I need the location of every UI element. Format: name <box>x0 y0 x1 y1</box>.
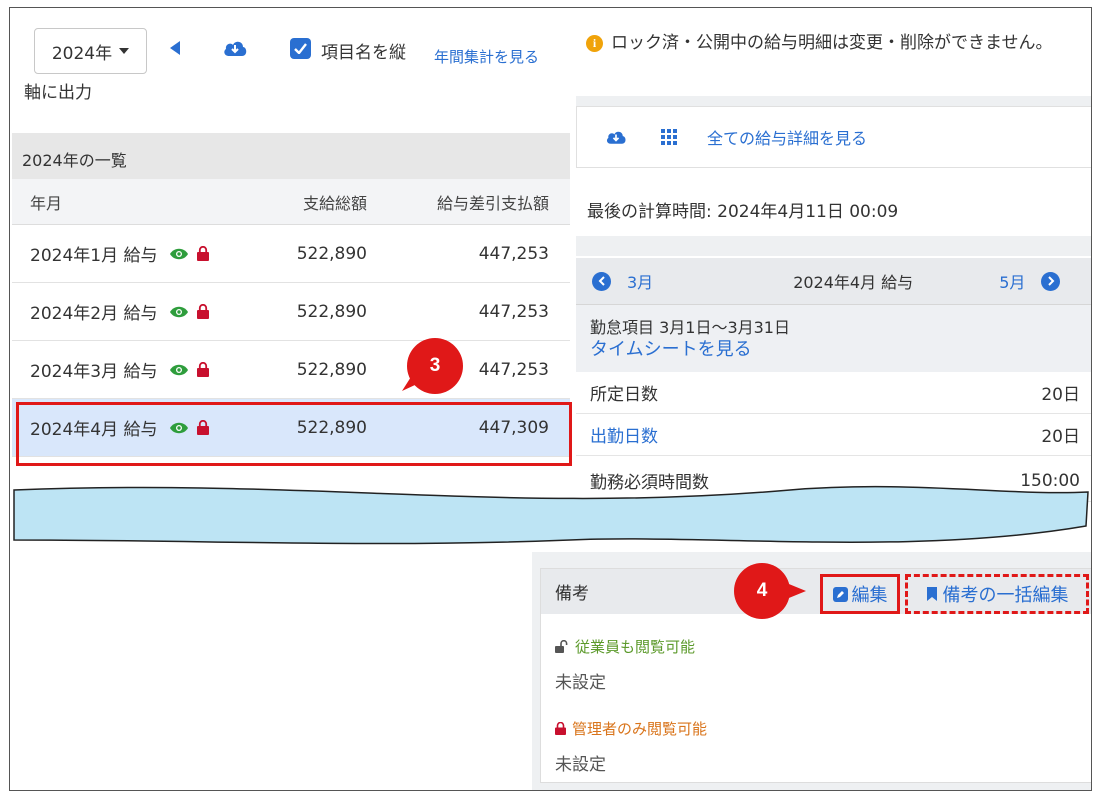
unlock-icon <box>555 640 568 653</box>
section-separator <box>576 236 1091 256</box>
edit-notes-button[interactable]: 編集 <box>820 574 900 614</box>
annual-summary-link[interactable]: 年間集計を見る <box>434 46 539 67</box>
attendance-days-link[interactable]: 出勤日数 <box>590 422 658 447</box>
row-month-label[interactable]: 2024年3月 給与 <box>30 357 157 382</box>
chevron-left-icon[interactable] <box>592 271 611 291</box>
edit-notes-label: 編集 <box>851 585 888 606</box>
all-details-link[interactable]: 全ての給与詳細を見る <box>707 125 867 149</box>
attendance-value: 20日 <box>1041 385 1080 405</box>
manager-note-value: 未設定 <box>555 755 606 775</box>
next-month-link[interactable]: 5月 <box>999 269 1025 293</box>
checkbox-label: 項目名を縦 <box>321 43 406 63</box>
previous-year-arrow-icon[interactable] <box>170 41 180 55</box>
eye-icon[interactable] <box>169 247 189 261</box>
lock-icon <box>197 246 210 261</box>
lock-notice: i ロック済・公開中の給与明細は変更・削除ができません。 <box>576 18 1091 96</box>
row-net: 447,253 <box>478 301 549 322</box>
row-gross: 522,890 <box>296 243 367 264</box>
table-row[interactable]: 2024年2月 給与 522,890 447,253 <box>12 283 570 341</box>
attendance-label: 所定日数 <box>590 385 658 405</box>
last-calculated-time: 最後の計算時間: 2024年4月11日 00:09 <box>587 202 899 222</box>
chevron-right-icon[interactable] <box>1041 271 1061 291</box>
header-gross: 支給総額 <box>302 193 367 213</box>
year-select-button[interactable]: 2024年 <box>34 28 147 74</box>
attendance-value: 20日 <box>1041 427 1080 447</box>
caret-down-icon <box>119 48 130 54</box>
row-month-cell: 2024年2月 給与 <box>12 299 282 324</box>
year-select-label: 2024年 <box>51 43 113 64</box>
info-icon: i <box>586 35 603 52</box>
step-badge-3: 3 <box>407 338 463 394</box>
row-month-cell: 2024年1月 給与 <box>12 241 282 266</box>
row-net: 447,253 <box>478 243 549 264</box>
table-row[interactable]: 2024年3月 給与 522,890 447,253 <box>12 341 570 399</box>
eye-icon[interactable] <box>169 363 189 377</box>
vertical-axis-checkbox[interactable] <box>290 38 311 59</box>
prev-month-link[interactable]: 3月 <box>627 269 653 293</box>
row-month-label[interactable]: 2024年1月 給与 <box>30 241 157 266</box>
manager-only-label-row: 管理者のみ閲覧可能 <box>555 718 707 739</box>
lock-icon <box>197 362 210 377</box>
detail-actions-bar: 全ての給与詳細を見る <box>576 106 1091 168</box>
pencil-icon <box>832 586 848 602</box>
bookmark-icon <box>926 587 937 601</box>
row-month-cell: 2024年3月 給与 <box>12 357 282 382</box>
period-navigation: 3月 2024年4月 給与 5月 <box>576 258 1091 304</box>
row-month-label[interactable]: 2024年2月 給与 <box>30 299 157 324</box>
current-period-title: 2024年4月 給与 <box>793 273 914 292</box>
attendance-row: 出勤日数 20日 <box>576 414 1091 456</box>
attendance-header: 勤怠項目 3月1日〜3月31日 タイムシートを見る <box>576 304 1091 372</box>
lock-icon <box>197 304 210 319</box>
table-caption: 2024年の一覧 <box>12 133 570 179</box>
row-gross: 522,890 <box>296 359 367 380</box>
step-badge-4: 4 <box>734 563 790 619</box>
attendance-title: 勤怠項目 3月1日〜3月31日 <box>590 318 790 337</box>
section-separator <box>576 96 1091 106</box>
header-month: 年月 <box>30 193 63 213</box>
eye-icon[interactable] <box>169 305 189 319</box>
checkbox-label-continued: 軸に出力 <box>24 83 92 103</box>
employee-note-value: 未設定 <box>555 673 606 693</box>
lock-notice-text: ロック済・公開中の給与明細は変更・削除ができません。 <box>611 33 1053 53</box>
table-row[interactable]: 2024年1月 給与 522,890 447,253 <box>12 225 570 283</box>
screenshot-frame: 2024年 項目名を縦 軸に出力 年間集計を見る 2024年の一覧 年月 支給総… <box>9 7 1092 791</box>
check-icon <box>294 43 307 54</box>
timesheet-link[interactable]: タイムシートを見る <box>590 339 1080 361</box>
cloud-download-icon[interactable] <box>222 38 248 58</box>
employee-visible-label: 従業員も閲覧可能 <box>575 638 696 656</box>
attendance-row: 所定日数 20日 <box>576 372 1091 414</box>
grid-icon[interactable] <box>661 129 677 145</box>
employee-visible-label-row: 従業員も閲覧可能 <box>555 636 695 657</box>
notes-title: 備考 <box>555 584 589 604</box>
bulk-edit-notes-label: 備考の一括編集 <box>942 585 1069 606</box>
selected-row-highlight-frame <box>16 402 572 466</box>
cloud-download-icon[interactable] <box>605 128 627 146</box>
bulk-edit-notes-button[interactable]: 備考の一括編集 <box>905 574 1089 614</box>
row-gross: 522,890 <box>296 301 367 322</box>
manager-only-label: 管理者のみ閲覧可能 <box>572 720 708 738</box>
table-header-row: 年月 支給総額 給与差引支払額 <box>12 179 570 225</box>
header-net: 給与差引支払額 <box>436 193 549 213</box>
lock-icon <box>555 722 566 735</box>
wave-divider <box>13 485 1089 545</box>
